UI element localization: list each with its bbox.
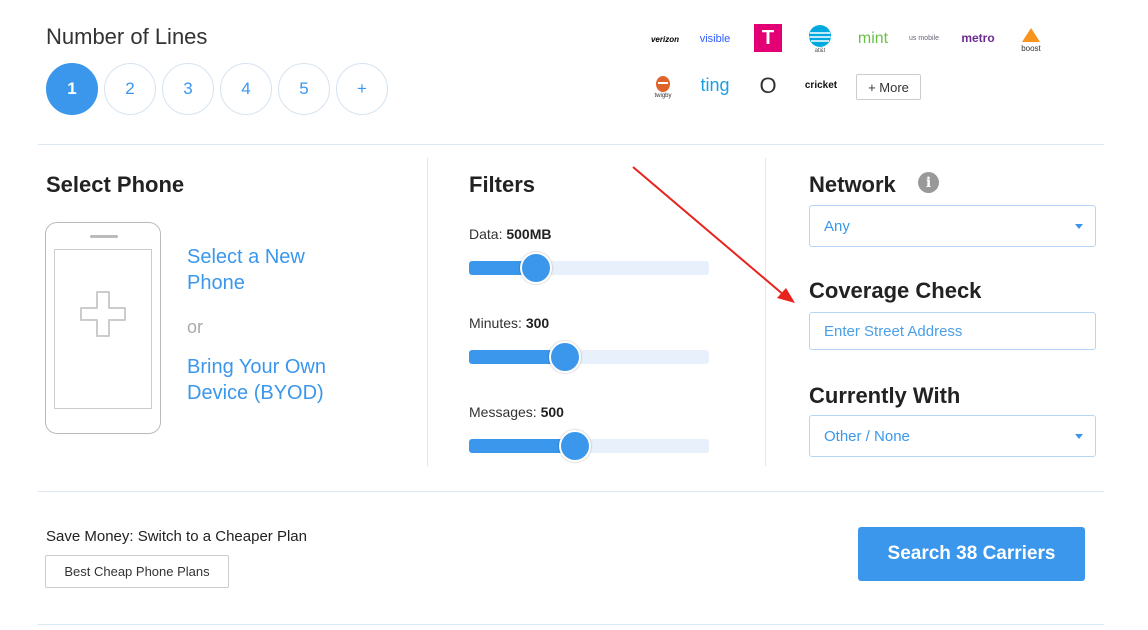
cricket-logo[interactable]: cricket	[800, 76, 842, 94]
boost-arrow-icon	[1022, 27, 1040, 42]
att-globe-icon	[809, 25, 831, 47]
minutes-filter-label: Minutes: 300	[469, 315, 549, 331]
messages-label: Messages:	[469, 404, 537, 420]
minutes-label: Minutes:	[469, 315, 522, 331]
messages-value: 500	[540, 404, 564, 420]
minutes-slider[interactable]	[469, 341, 709, 373]
data-value: 500MB	[506, 226, 552, 242]
verizon-logo[interactable]: verizon	[645, 30, 685, 48]
or-label: or	[187, 317, 204, 337]
current-carrier-selected-value: Other / None	[824, 427, 910, 445]
coverage-check-title: Coverage Check	[809, 278, 982, 303]
data-label: Data:	[469, 226, 503, 242]
phone-placeholder[interactable]	[45, 222, 161, 434]
data-slider[interactable]	[469, 252, 709, 284]
us-mobile-logo[interactable]: us mobile	[906, 26, 942, 50]
network-title: Network	[809, 172, 896, 197]
twigby-bird-icon	[656, 76, 670, 92]
divider-top	[38, 144, 1104, 145]
chevron-down-icon	[1075, 434, 1083, 439]
best-cheap-plans-button[interactable]: Best Cheap Phone Plans	[45, 555, 229, 588]
divider-left	[427, 158, 428, 466]
plus-icon	[80, 291, 126, 337]
current-carrier-select[interactable]: Other / None	[809, 415, 1096, 457]
visible-logo[interactable]: visible	[697, 30, 733, 48]
divider-right	[765, 158, 766, 466]
slider-thumb[interactable]	[549, 341, 581, 373]
network-selected-value: Any	[824, 217, 850, 235]
line-count-selector: 1 2 3 4 5 +	[46, 63, 388, 115]
att-logo[interactable]: at&t	[806, 24, 834, 54]
twigby-logo[interactable]: twigby	[644, 68, 682, 104]
line-option-2[interactable]: 2	[104, 63, 156, 115]
ting-logo[interactable]: ting	[697, 74, 733, 96]
currently-with-title: Currently With	[809, 383, 961, 408]
chevron-down-icon	[1075, 224, 1083, 229]
number-of-lines-title: Number of Lines	[46, 24, 208, 49]
line-option-more[interactable]: +	[336, 63, 388, 115]
line-option-1[interactable]: 1	[46, 63, 98, 115]
data-filter-label: Data: 500MB	[469, 226, 552, 242]
more-carriers-button[interactable]: + More	[856, 74, 921, 100]
select-phone-title: Select Phone	[46, 172, 185, 197]
minutes-value: 300	[525, 315, 550, 331]
select-new-phone-link[interactable]: Select a New Phone	[187, 244, 337, 296]
line-option-4[interactable]: 4	[220, 63, 272, 115]
filters-title: Filters	[469, 172, 536, 197]
ooma-logo[interactable]: O	[754, 68, 782, 104]
line-option-3[interactable]: 3	[162, 63, 214, 115]
messages-filter-label: Messages: 500	[469, 404, 564, 420]
divider-bottom	[38, 491, 1104, 492]
tmobile-logo[interactable]: T	[754, 24, 782, 52]
network-select[interactable]: Any	[809, 205, 1096, 247]
divider-footer	[38, 624, 1104, 625]
info-icon[interactable]: i	[918, 172, 939, 193]
phone-screen	[54, 249, 152, 409]
byod-link[interactable]: Bring Your Own Device (BYOD)	[187, 354, 357, 406]
save-money-text: Save Money: Switch to a Cheaper Plan	[46, 528, 307, 545]
slider-thumb[interactable]	[520, 252, 553, 284]
line-option-5[interactable]: 5	[278, 63, 330, 115]
mint-logo[interactable]: mint	[854, 28, 892, 50]
metro-logo[interactable]: metro	[960, 30, 996, 46]
street-address-input[interactable]	[809, 312, 1096, 350]
phone-speaker	[90, 235, 118, 238]
boost-logo[interactable]: boost	[1012, 22, 1050, 56]
messages-slider[interactable]	[469, 430, 709, 462]
slider-thumb[interactable]	[558, 430, 591, 462]
search-carriers-button[interactable]: Search 38 Carriers	[858, 527, 1085, 581]
